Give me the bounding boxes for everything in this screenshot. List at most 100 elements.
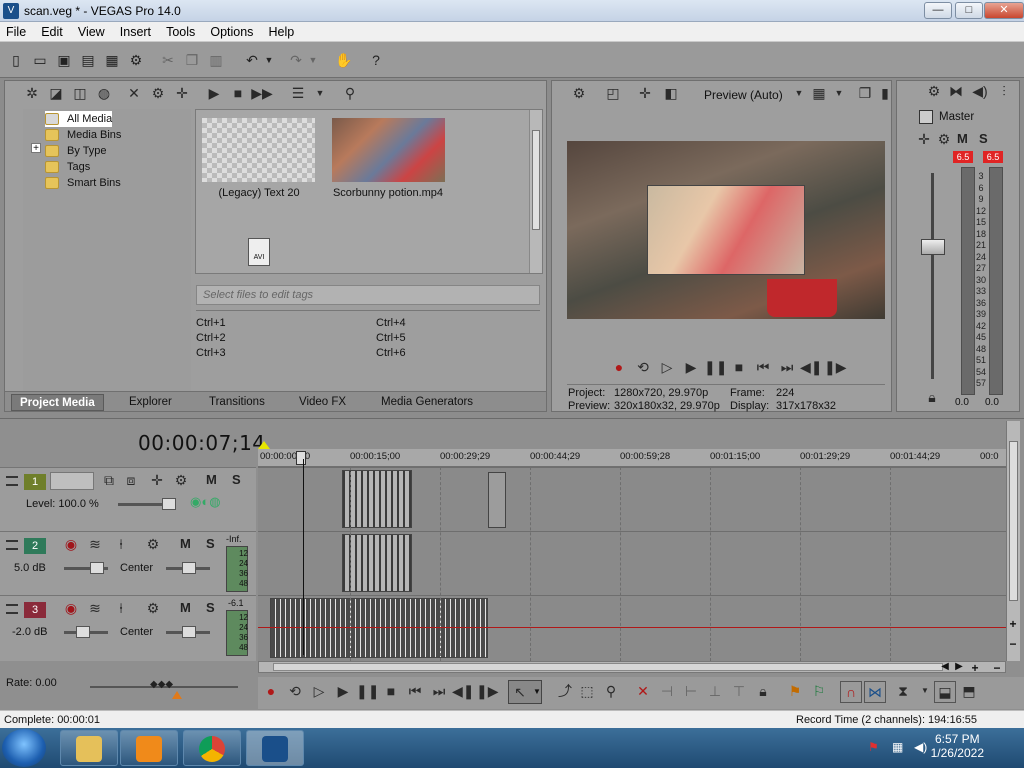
- timeline-horizontal-thumb[interactable]: [273, 663, 943, 671]
- auto-ripple-dropdown-icon[interactable]: ▼: [914, 681, 936, 703]
- next-frame-icon[interactable]: ❚▶: [824, 357, 847, 379]
- lock-fader-icon[interactable]: 🔒︎: [921, 387, 943, 409]
- track-mute-button[interactable]: M: [180, 600, 191, 615]
- hotkey-ctrl-1[interactable]: Ctrl+1: [196, 317, 226, 329]
- track-header-3[interactable]: 3 ◉ ≋ ⍿ ⚙ M S -2.0 dB Center -6.1 12 24 …: [0, 595, 256, 661]
- lock-icon[interactable]: 🔒︎: [752, 681, 774, 703]
- copy-snapshot-icon[interactable]: ❐: [854, 83, 876, 105]
- insert-marker-icon[interactable]: ⚑: [784, 681, 806, 703]
- save-as-icon[interactable]: ▤: [78, 50, 98, 70]
- time-ruler[interactable]: 00:00:00;00 00:00:15;00 00:00:29;29 00:0…: [258, 449, 1006, 467]
- taskbar-explorer[interactable]: [60, 730, 118, 766]
- previous-frame-icon[interactable]: ◀❚: [452, 681, 475, 703]
- expand-by-type-icon[interactable]: +: [31, 143, 41, 154]
- mixer-downmix-icon[interactable]: ⫶: [993, 81, 1015, 103]
- whats-this-help-icon[interactable]: ?: [366, 50, 386, 70]
- play-from-start-icon[interactable]: ▷: [656, 357, 678, 379]
- go-to-end-icon[interactable]: ⏭: [428, 681, 450, 703]
- track-pan-knob[interactable]: [182, 562, 196, 574]
- media-fx-icon[interactable]: ⚙: [147, 83, 169, 105]
- undo-dropdown-icon[interactable]: ▼: [262, 50, 276, 70]
- stop-icon[interactable]: ■: [380, 681, 402, 703]
- timeline-clip-video[interactable]: [342, 470, 412, 528]
- track-volume-knob[interactable]: [76, 626, 90, 638]
- get-media-icon[interactable]: ◫: [69, 83, 91, 105]
- undo-icon[interactable]: ↶: [242, 50, 262, 70]
- delete-icon[interactable]: ✕: [632, 681, 654, 703]
- selection-tool-icon[interactable]: ⬚: [576, 681, 598, 703]
- tab-project-media[interactable]: Project Media: [11, 394, 104, 411]
- play-from-start-icon[interactable]: ▷: [308, 681, 330, 703]
- tab-video-fx[interactable]: Video FX: [291, 394, 354, 411]
- stop-icon[interactable]: ■: [728, 357, 750, 379]
- network-icon[interactable]: ▦: [892, 740, 906, 754]
- track-solo-button[interactable]: S: [232, 472, 241, 487]
- record-icon[interactable]: ●: [260, 681, 282, 703]
- zoom-in-vertical-icon[interactable]: +: [1006, 617, 1020, 631]
- hotkey-ctrl-4[interactable]: Ctrl+4: [376, 317, 406, 329]
- tab-explorer[interactable]: Explorer: [121, 394, 180, 411]
- taskbar-clock[interactable]: 6:57 PM 1/26/2022: [931, 732, 984, 760]
- split-icon[interactable]: ⊥: [704, 681, 726, 703]
- play-icon[interactable]: ▶: [680, 357, 702, 379]
- auto-crossfade-icon[interactable]: ⋈: [864, 681, 886, 703]
- copy-icon[interactable]: ❐: [182, 50, 202, 70]
- zoom-out-vertical-icon[interactable]: −: [1006, 637, 1020, 651]
- stop-media-icon[interactable]: ■: [227, 83, 249, 105]
- next-frame-icon[interactable]: ❚▶: [476, 681, 499, 703]
- scroll-right-icon[interactable]: ▶: [952, 661, 966, 673]
- trim-start-icon[interactable]: ⊣: [656, 681, 678, 703]
- media-thumb-video[interactable]: [332, 118, 445, 182]
- track-minimize-icon[interactable]: [6, 540, 18, 550]
- volume-icon[interactable]: ◀): [914, 740, 928, 754]
- views-dropdown-icon[interactable]: ▼: [309, 83, 331, 105]
- avi-file-icon[interactable]: AVI: [248, 238, 270, 266]
- redo-icon[interactable]: ↷: [286, 50, 306, 70]
- track-header-2[interactable]: 2 ◉ ≋ ⍿ ⚙ M S 5.0 dB Center -Inf. 12 24 …: [0, 531, 256, 595]
- web-media-icon[interactable]: ◍: [93, 83, 115, 105]
- track-output-icon[interactable]: ⍿: [110, 534, 132, 556]
- ignore-grouping-icon[interactable]: ⬒: [958, 681, 980, 703]
- loop-playback-icon[interactable]: ⟲: [284, 681, 306, 703]
- mixer-speaker-icon[interactable]: ◀): [969, 81, 991, 103]
- timeline-timecode[interactable]: 00:00:07;14: [138, 431, 266, 455]
- preview-video-frame[interactable]: [567, 141, 885, 319]
- hotkey-ctrl-3[interactable]: Ctrl+3: [196, 347, 226, 359]
- track-solo-button[interactable]: S: [206, 600, 215, 615]
- preview-quality-dropdown[interactable]: Preview (Auto): [704, 88, 783, 102]
- rate-slider-handle[interactable]: ◆◆◆: [150, 679, 174, 691]
- menu-help[interactable]: Help: [263, 22, 301, 42]
- taskbar-vegas[interactable]: [246, 730, 304, 766]
- timeline-vertical-thumb[interactable]: [1009, 441, 1018, 601]
- previous-frame-icon[interactable]: ◀❚: [800, 357, 823, 379]
- snapping-icon[interactable]: ∩: [840, 681, 862, 703]
- track-header-1[interactable]: 1 ⧉ ⧈ ✛ ⚙ M S Level: 100.0 % ◉◐◍: [0, 467, 256, 531]
- capture-icon[interactable]: ◪: [45, 83, 67, 105]
- volume-envelope-line[interactable]: [258, 627, 1006, 628]
- record-icon[interactable]: ●: [608, 357, 630, 379]
- track-settings-gear-icon[interactable]: ⚙: [170, 470, 192, 492]
- go-to-start-icon[interactable]: ⏮: [752, 357, 774, 379]
- menu-file[interactable]: File: [0, 22, 32, 42]
- track-fx-icon[interactable]: ⧈: [120, 470, 142, 492]
- lock-envelopes-icon[interactable]: ⬓: [934, 681, 956, 703]
- play-media-icon[interactable]: ▶: [203, 83, 225, 105]
- import-media-icon[interactable]: ✲: [21, 83, 43, 105]
- menu-insert[interactable]: Insert: [114, 22, 157, 42]
- preview-settings-gear-icon[interactable]: ⚙: [568, 83, 590, 105]
- mixer-insert-bus-icon[interactable]: ⧓: [945, 81, 967, 103]
- grid-dropdown-icon[interactable]: ▼: [828, 83, 850, 105]
- normal-edit-tool-button[interactable]: ↖ ▼: [508, 680, 542, 704]
- track-settings-gear-icon[interactable]: ⚙: [142, 534, 164, 556]
- redo-dropdown-icon[interactable]: ▼: [306, 50, 320, 70]
- trim-end-icon[interactable]: ⊢: [680, 681, 702, 703]
- media-scrollbar[interactable]: [529, 110, 542, 273]
- track-lane-1[interactable]: [258, 467, 1006, 531]
- open-folder-icon[interactable]: ▭: [30, 50, 50, 70]
- tree-item-by-type[interactable]: By Type: [45, 143, 107, 159]
- track-level-knob[interactable]: [162, 498, 176, 510]
- taskbar-chrome[interactable]: [183, 730, 241, 766]
- pause-icon[interactable]: ❚❚: [356, 681, 379, 703]
- grid-overlay-icon[interactable]: ▦: [808, 83, 830, 105]
- media-properties-icon[interactable]: ✛: [171, 83, 193, 105]
